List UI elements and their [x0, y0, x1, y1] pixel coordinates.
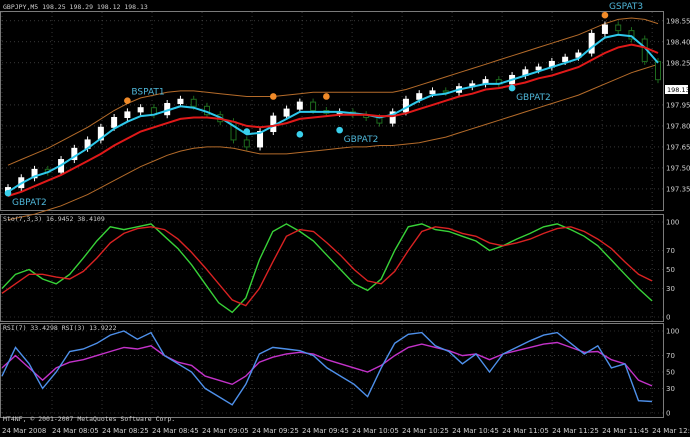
signal-dot [323, 93, 330, 100]
osc-tick-label: 30 [666, 385, 675, 393]
price-tick-label: 197.50 [666, 164, 690, 172]
candle-body [310, 101, 317, 112]
price-tick-label: 198.25 [666, 59, 690, 67]
time-tick-label: 24 Mar 10:05 [352, 427, 399, 435]
time-tick-label: 24 Mar 09:45 [302, 427, 349, 435]
time-tick-label: 24 Mar 2008 [2, 427, 46, 435]
candle-body [535, 66, 542, 71]
trading-chart[interactable]: GBPAT2 BSPAT1 GBPAT2 GBPAT2 GSPAT3 198.55 198… [0, 0, 690, 437]
candle-body [416, 93, 423, 100]
signal-dot [508, 84, 516, 92]
candle-body [655, 60, 661, 81]
signal-dot [601, 11, 609, 19]
candle-body [243, 139, 250, 148]
time-tick-label: 24 Mar 08:05 [52, 427, 99, 435]
candle-body [296, 101, 303, 110]
osc-tick-label: 30 [666, 285, 675, 293]
time-tick-label: 24 Mar 09:05 [202, 427, 249, 435]
price-tick-label: 198.40 [666, 38, 690, 46]
time-tick-label: 24 Mar 08:45 [152, 427, 199, 435]
candle-body [177, 98, 184, 104]
candle-body [137, 107, 144, 113]
signal-label: BSPAT1 [131, 88, 164, 98]
candle-body [283, 108, 290, 117]
time-tick-label: 24 Mar 10:25 [402, 427, 449, 435]
signal-label: GBPAT2 [344, 135, 379, 145]
signal-dot [270, 93, 277, 100]
time-tick-label: 24 Mar 11:45 [602, 427, 649, 435]
candle-body [190, 98, 197, 107]
time-axis: 24 Mar 2008 24 Mar 08:05 24 Mar 08:25 24 Ma… [2, 427, 690, 435]
candle-body [601, 24, 608, 34]
osc-tick-label: 100 [666, 219, 679, 227]
osc-tick-label: 70 [666, 247, 675, 255]
candle-body [124, 111, 131, 119]
osc-tick-label: 100 [666, 328, 679, 336]
signal-label: GBPAT2 [516, 93, 551, 103]
price-tick-label: 197.35 [666, 185, 690, 193]
price-tick-label: 198.55 [666, 17, 690, 25]
signal-label: GSPAT3 [609, 2, 643, 12]
osc-tick-label: 50 [666, 369, 675, 377]
time-tick-label: 24 Mar 09:25 [252, 427, 299, 435]
copyright-text: MT4NF, © 2001-2007 MetaQuotes Software C… [3, 415, 175, 423]
osc-tick-label: 0 [666, 410, 670, 418]
price-tick-label: 197.80 [666, 122, 690, 130]
candle-body [270, 115, 277, 133]
signal-label: GBPAT2 [12, 198, 47, 208]
stochastic-header: Sto(7,3,3) 16.9452 38.4109 [3, 215, 105, 223]
candle-body [111, 117, 118, 128]
signal-dot [4, 189, 12, 197]
signal-dot [243, 128, 251, 135]
current-price-label: 198.13 [667, 86, 690, 94]
time-tick-label: 24 Mar 10:45 [452, 427, 499, 435]
time-tick-label: 24 Mar 08:25 [102, 427, 149, 435]
price-tick-label: 197.95 [666, 101, 690, 109]
price-tick-label: 197.65 [666, 143, 690, 151]
rsi-header: RSI(7) 33.4298 RSI(3) 13.9222 [3, 324, 117, 332]
time-tick-label: 24 Mar 11:05 [502, 427, 549, 435]
candle-body [442, 90, 449, 93]
time-tick-label: 24 Mar 11:25 [552, 427, 599, 435]
osc-tick-label: 0 [666, 314, 670, 322]
signal-dot [124, 97, 131, 104]
candle-body [429, 90, 436, 95]
osc-tick-label: 70 [666, 352, 675, 360]
signal-dot [336, 126, 343, 134]
osc-tick-label: 50 [666, 266, 675, 274]
time-tick-label: 24 Mar 12:05 [652, 427, 690, 435]
candle-body [402, 98, 409, 113]
candle-body [562, 56, 569, 62]
symbol-header: GBPJPY,M5 198.25 198.29 198.12 198.13 [3, 3, 148, 11]
signal-dot [296, 131, 304, 138]
candle-body [615, 24, 622, 32]
